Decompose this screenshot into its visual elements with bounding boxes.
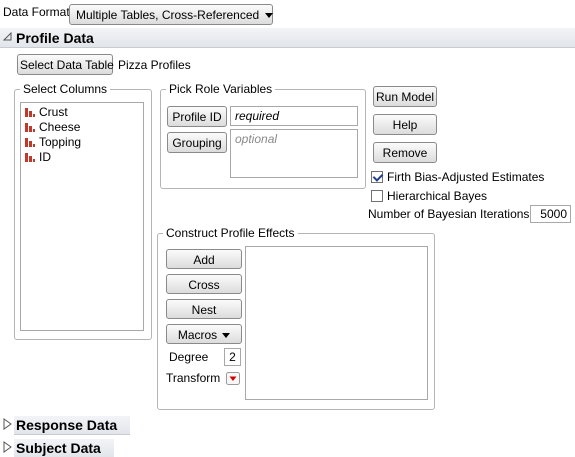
continuous-column-icon [25, 138, 35, 147]
list-item[interactable]: Topping [24, 135, 81, 150]
cross-button[interactable]: Cross [166, 274, 242, 294]
continuous-column-icon [25, 123, 35, 132]
pick-role-variables-panel: Pick Role Variables Profile ID required … [160, 82, 366, 189]
grouping-button[interactable]: Grouping [167, 132, 227, 153]
help-button[interactable]: Help [373, 114, 437, 135]
column-list[interactable]: Crust Cheese Topping ID [20, 102, 144, 331]
run-model-button[interactable]: Run Model [373, 86, 437, 107]
response-data-header[interactable]: Response Data [14, 416, 130, 435]
data-format-label: Data Format [3, 5, 70, 19]
construct-effects-legend: Construct Profile Effects [163, 226, 298, 240]
model-effects-list[interactable] [245, 246, 428, 400]
macros-label: Macros [177, 328, 218, 342]
continuous-column-icon [25, 153, 35, 162]
response-data-title: Response Data [16, 417, 118, 433]
firth-label: Firth Bias-Adjusted Estimates [387, 170, 545, 184]
construct-profile-effects-panel: Construct Profile Effects Add Cross Nest… [157, 226, 435, 410]
disclosure-collapsed-icon[interactable] [3, 441, 12, 453]
list-item[interactable]: Cheese [24, 120, 80, 135]
select-columns-panel: Select Columns Crust Cheese Topping ID [14, 82, 152, 340]
add-button[interactable]: Add [166, 249, 242, 269]
remove-button[interactable]: Remove [373, 142, 437, 163]
red-triangle-menu-icon[interactable] [226, 372, 240, 385]
data-format-value: Multiple Tables, Cross-Referenced [76, 8, 260, 22]
column-name: Topping [39, 135, 82, 149]
macros-button[interactable]: Macros [166, 324, 242, 344]
profile-data-header[interactable]: Profile Data [0, 28, 575, 48]
firth-checkbox[interactable] [371, 171, 383, 183]
list-item[interactable]: ID [24, 150, 51, 165]
continuous-column-icon [25, 108, 35, 117]
degree-label: Degree [169, 350, 209, 364]
grouping-role-box[interactable]: optional [230, 129, 358, 178]
chevron-down-icon [265, 13, 274, 19]
select-columns-legend: Select Columns [20, 82, 111, 96]
hierarchical-bayes-label: Hierarchical Bayes [387, 189, 488, 203]
column-name: Cheese [39, 120, 81, 134]
iterations-input[interactable]: 5000 [530, 205, 571, 223]
column-name: Crust [39, 105, 68, 119]
profile-data-title: Profile Data [16, 30, 94, 46]
data-format-dropdown[interactable]: Multiple Tables, Cross-Referenced [69, 4, 274, 25]
chevron-down-icon [222, 333, 231, 339]
table-name: Pizza Profiles [118, 58, 191, 72]
degree-input[interactable]: 2 [224, 348, 241, 366]
select-data-table-button[interactable]: Select Data Table [17, 54, 114, 75]
profile-id-role-box[interactable]: required [230, 106, 358, 126]
profile-id-button[interactable]: Profile ID [167, 106, 227, 127]
disclosure-collapsed-icon[interactable] [3, 418, 12, 430]
disclosure-expanded-icon[interactable] [3, 32, 12, 41]
subject-data-title: Subject Data [16, 440, 101, 456]
subject-data-header[interactable]: Subject Data [14, 439, 114, 457]
list-item[interactable]: Crust [24, 105, 68, 120]
nest-button[interactable]: Nest [166, 299, 242, 319]
column-name: ID [39, 150, 51, 164]
transform-label: Transform [166, 371, 221, 385]
pick-role-legend: Pick Role Variables [166, 82, 276, 96]
hierarchical-bayes-checkbox[interactable] [371, 190, 383, 202]
iterations-label: Number of Bayesian Iterations [368, 207, 530, 221]
